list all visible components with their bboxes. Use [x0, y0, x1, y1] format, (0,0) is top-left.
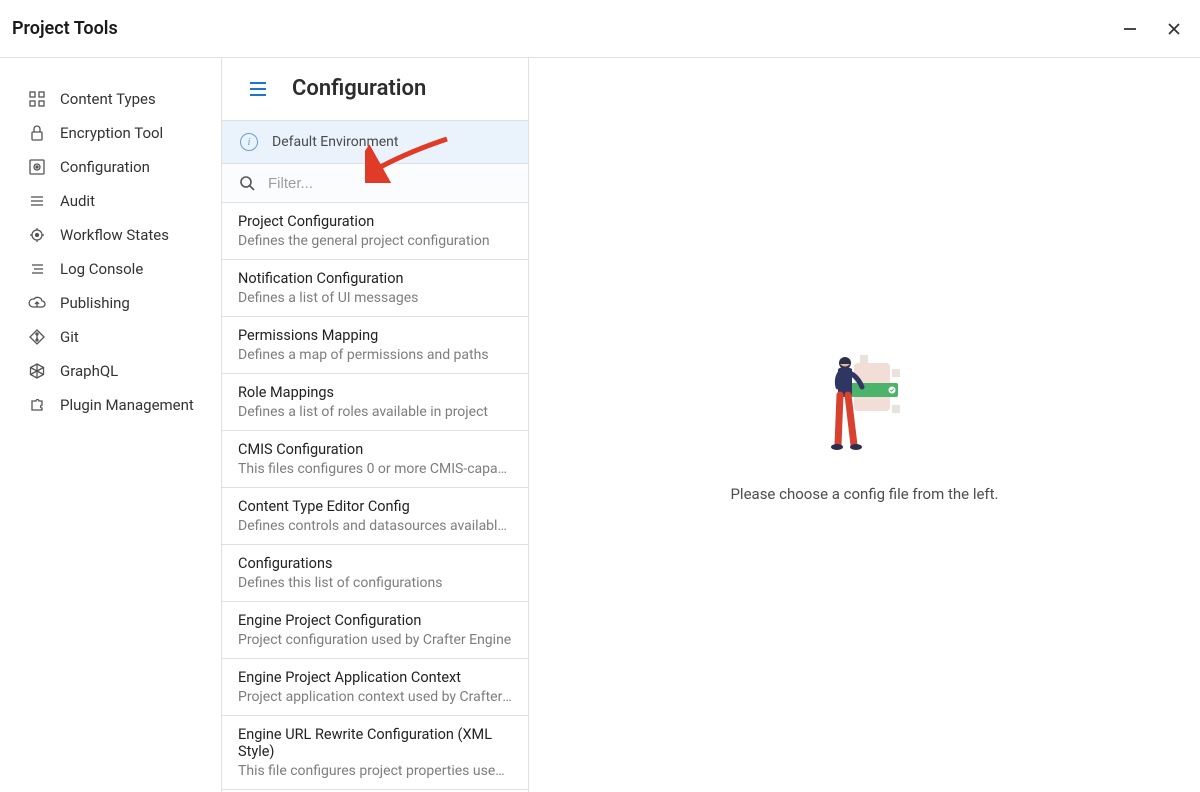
config-item-engine-project-configuration[interactable]: Engine Project Configuration Project con…: [222, 602, 528, 659]
puzzle-icon: [28, 396, 46, 414]
config-item-engine-project-application-context[interactable]: Engine Project Application Context Proje…: [222, 659, 528, 716]
search-icon: [238, 174, 256, 192]
config-item-title: Project Configuration: [238, 213, 512, 230]
lines-right-icon: [28, 260, 46, 278]
config-item-title: Content Type Editor Config: [238, 498, 512, 515]
config-item-desc: Project application context used by Craf…: [238, 689, 512, 705]
sidebar-item-label: Git: [60, 328, 79, 346]
window-title: Project Tools: [12, 18, 118, 39]
content-area: Please choose a config file from the lef…: [529, 58, 1200, 792]
sidebar-item-configuration[interactable]: Configuration: [0, 150, 221, 184]
environment-banner: i Default Environment: [222, 120, 528, 164]
diamond-icon: [28, 328, 46, 346]
config-item-notification-configuration[interactable]: Notification Configuration Defines a lis…: [222, 260, 528, 317]
sidebar-item-plugin-management[interactable]: Plugin Management: [0, 388, 221, 422]
placeholder-illustration-icon: [820, 347, 910, 467]
config-item-title: Engine URL Rewrite Configuration (XML St…: [238, 726, 512, 760]
config-list: Project Configuration Defines the genera…: [222, 203, 528, 792]
config-panel: Configuration i Default Environment Proj…: [222, 58, 529, 792]
sidebar-item-label: Encryption Tool: [60, 124, 163, 142]
config-item-desc: This file configures project properties …: [238, 763, 512, 779]
sidebar-item-content-types[interactable]: Content Types: [0, 82, 221, 116]
sidebar-item-graphql[interactable]: GraphQL: [0, 354, 221, 388]
lock-icon: [28, 124, 46, 142]
config-item-project-configuration[interactable]: Project Configuration Defines the genera…: [222, 203, 528, 260]
sidebar-item-label: Content Types: [60, 90, 156, 108]
config-header: Configuration: [222, 58, 528, 120]
menu-toggle-button[interactable]: [246, 77, 270, 101]
config-item-title: Notification Configuration: [238, 270, 512, 287]
config-item-title: CMIS Configuration: [238, 441, 512, 458]
main-layout: Content Types Encryption Tool Configurat…: [0, 58, 1200, 792]
config-item-desc: Defines this list of configurations: [238, 575, 512, 591]
placeholder-message: Please choose a config file from the lef…: [730, 485, 998, 503]
info-icon: i: [240, 133, 258, 151]
config-item-desc: Defines a list of roles available in pro…: [238, 404, 512, 420]
gears-icon: [28, 226, 46, 244]
sidebar-item-label: Workflow States: [60, 226, 169, 244]
sidebar-item-label: Plugin Management: [60, 396, 194, 414]
sidebar: Content Types Encryption Tool Configurat…: [0, 58, 222, 792]
cog-box-icon: [28, 158, 46, 176]
environment-label: Default Environment: [272, 134, 398, 150]
config-item-desc: This files configures 0 or more CMIS-cap…: [238, 461, 512, 477]
sidebar-item-audit[interactable]: Audit: [0, 184, 221, 218]
config-item-desc: Project configuration used by Crafter En…: [238, 632, 512, 648]
minimize-button[interactable]: [1121, 20, 1139, 38]
sidebar-item-label: Log Console: [60, 260, 143, 278]
config-item-engine-url-rewrite[interactable]: Engine URL Rewrite Configuration (XML St…: [222, 716, 528, 790]
config-item-role-mappings[interactable]: Role Mappings Defines a list of roles av…: [222, 374, 528, 431]
filter-input[interactable]: [268, 175, 512, 192]
config-item-desc: Defines a list of UI messages: [238, 290, 512, 306]
close-button[interactable]: [1165, 20, 1183, 38]
config-item-cmis-configuration[interactable]: CMIS Configuration This files configures…: [222, 431, 528, 488]
sidebar-item-git[interactable]: Git: [0, 320, 221, 354]
config-item-title: Permissions Mapping: [238, 327, 512, 344]
config-item-title: Role Mappings: [238, 384, 512, 401]
hexagon-icon: [28, 362, 46, 380]
config-item-title: Engine Project Application Context: [238, 669, 512, 686]
config-item-permissions-mapping[interactable]: Permissions Mapping Defines a map of per…: [222, 317, 528, 374]
window-controls: [1121, 20, 1183, 38]
config-item-desc: Defines controls and datasources availab…: [238, 518, 512, 534]
sidebar-item-label: Audit: [60, 192, 95, 210]
sidebar-item-encryption-tool[interactable]: Encryption Tool: [0, 116, 221, 150]
config-item-content-type-editor-config[interactable]: Content Type Editor Config Defines contr…: [222, 488, 528, 545]
sidebar-item-workflow-states[interactable]: Workflow States: [0, 218, 221, 252]
config-item-title: Engine Project Configuration: [238, 612, 512, 629]
lines-icon: [28, 192, 46, 210]
sidebar-item-publishing[interactable]: Publishing: [0, 286, 221, 320]
config-item-configurations[interactable]: Configurations Defines this list of conf…: [222, 545, 528, 602]
config-item-desc: Defines a map of permissions and paths: [238, 347, 512, 363]
grid-icon: [28, 90, 46, 108]
sidebar-item-log-console[interactable]: Log Console: [0, 252, 221, 286]
config-item-title: Configurations: [238, 555, 512, 572]
sidebar-item-label: Configuration: [60, 158, 150, 176]
sidebar-item-label: Publishing: [60, 294, 130, 312]
config-title: Configuration: [292, 76, 426, 101]
sidebar-item-label: GraphQL: [60, 362, 118, 380]
config-item-desc: Defines the general project configuratio…: [238, 233, 512, 249]
window-header: Project Tools: [0, 0, 1200, 58]
filter-row: [222, 164, 528, 203]
cloud-up-icon: [28, 294, 46, 312]
